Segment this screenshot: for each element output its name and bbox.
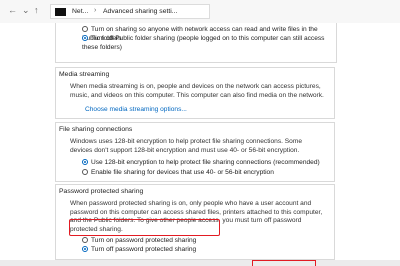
radio-icon[interactable]	[82, 237, 88, 243]
bottom-bar	[0, 260, 400, 266]
public-folder-section: Turn on sharing so anyone with network a…	[55, 23, 337, 63]
radio-icon[interactable]	[82, 169, 88, 175]
file-sharing-section: File sharing connections Windows uses 12…	[55, 122, 335, 182]
highlight-box	[69, 219, 220, 236]
breadcrumb-network[interactable]: Net...	[72, 8, 88, 15]
section-description: Windows uses 128-bit encryption to help …	[70, 138, 303, 154]
breadcrumb-separator-icon: ›	[94, 7, 97, 14]
radio-selected-icon[interactable]	[82, 159, 88, 165]
media-streaming-options-link[interactable]: Choose media streaming options...	[85, 106, 187, 113]
save-button-highlight[interactable]	[252, 260, 316, 266]
address-path-box[interactable]: Net... › Advanced sharing setti...	[50, 4, 210, 19]
dropdown-chevron-icon[interactable]: ⌄	[22, 5, 30, 16]
radio-icon[interactable]	[82, 26, 88, 32]
encryption-40-56-option[interactable]: Enable file sharing for devices that use…	[82, 168, 274, 177]
password-sharing-on-option[interactable]: Turn on password protected sharing	[82, 236, 196, 245]
section-title: File sharing connections	[59, 126, 133, 133]
breadcrumb-advanced-sharing[interactable]: Advanced sharing setti...	[103, 8, 177, 15]
radio-selected-icon[interactable]	[82, 246, 88, 252]
password-sharing-off-option[interactable]: Turn off password protected sharing	[82, 245, 196, 254]
media-streaming-section: Media streaming When media streaming is …	[55, 67, 335, 119]
radio-selected-icon[interactable]	[82, 35, 88, 41]
section-description: When media streaming is on, people and d…	[70, 83, 324, 99]
address-bar: ← ⌄ ↑ Net... › Advanced sharing setti...	[0, 0, 400, 23]
back-arrow-icon[interactable]: ←	[8, 5, 17, 15]
up-arrow-icon[interactable]: ↑	[34, 5, 39, 15]
encryption-128-option[interactable]: Use 128-bit encryption to help protect f…	[82, 158, 320, 167]
section-title: Media streaming	[59, 71, 110, 78]
public-sharing-off-option[interactable]: Turn off Public folder sharing (people l…	[82, 34, 326, 52]
section-title: Password protected sharing	[59, 188, 144, 195]
control-panel-icon	[55, 8, 66, 16]
